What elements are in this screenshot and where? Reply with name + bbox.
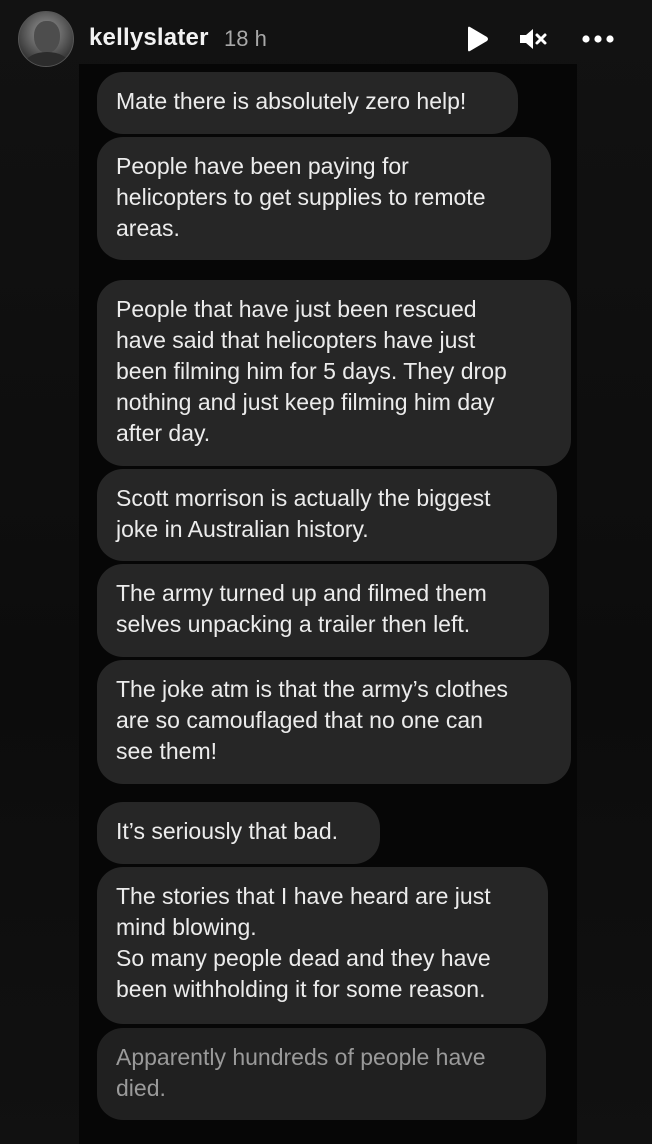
username[interactable]: kellyslater: [89, 24, 209, 52]
avatar-shoulders: [25, 52, 69, 66]
post-time: 18 h: [224, 26, 267, 51]
message-bubble: Mate there is absolutely zero help!: [97, 72, 518, 134]
message-bubble: The joke atm is that the army’s clothes …: [97, 660, 571, 784]
more-options-button[interactable]: [580, 22, 616, 56]
message-bubble: Apparently hundreds of people have died.: [97, 1028, 546, 1120]
message-bubble: The stories that I have heard are just m…: [97, 867, 548, 1024]
mute-button[interactable]: [516, 22, 550, 56]
avatar[interactable]: [18, 11, 74, 67]
story-header: kellyslater 18 h: [0, 0, 652, 80]
more-horizontal-icon: [582, 35, 614, 43]
message-bubble: People that have just been rescued have …: [97, 280, 571, 466]
muted-speaker-icon: [520, 29, 547, 49]
play-icon: [468, 26, 488, 52]
story-viewer: kellyslater 18 h Mate there is absolutel…: [0, 0, 652, 1144]
message-bubble: It’s seriously that bad.: [97, 802, 380, 864]
message-bubble: Scott morrison is actually the biggest j…: [97, 469, 557, 561]
message-bubble: The army turned up and filmed them selve…: [97, 564, 549, 657]
avatar-face: [34, 21, 60, 53]
message-bubble: People have been paying for helicopters …: [97, 137, 551, 260]
play-button[interactable]: [460, 22, 494, 56]
